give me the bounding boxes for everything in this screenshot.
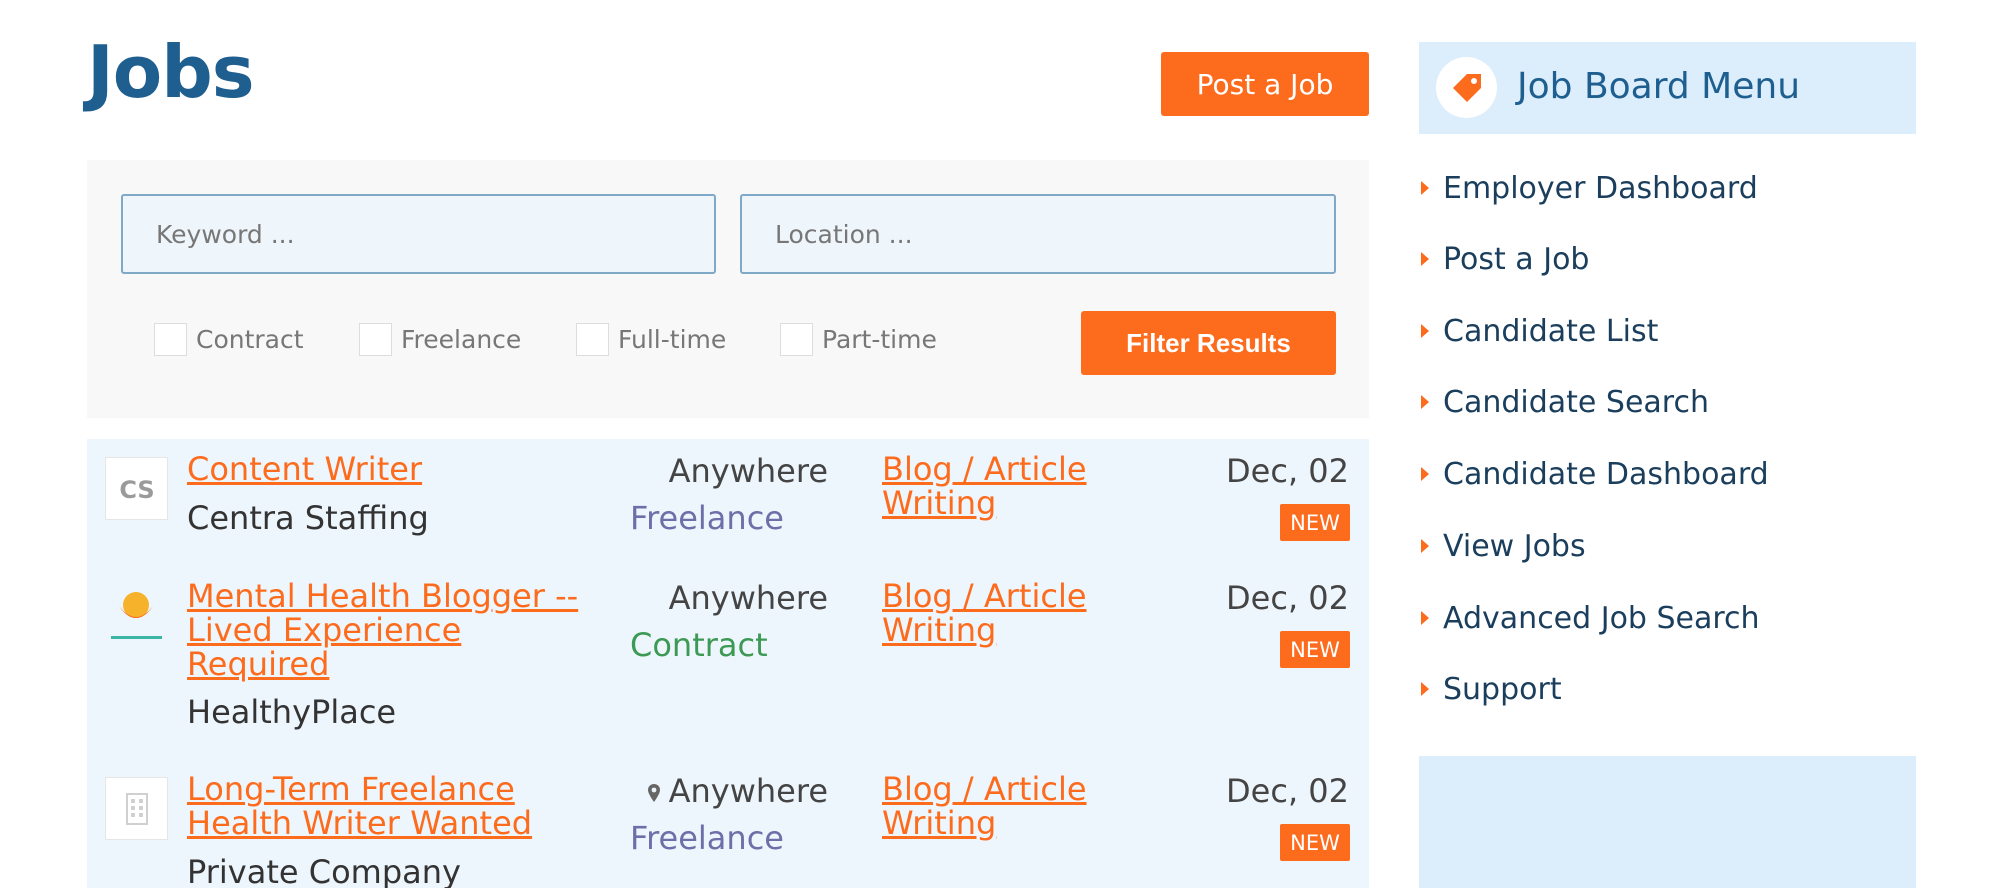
menu-item-label: Support [1443, 671, 1562, 707]
job-title-link[interactable]: Content Writer [187, 452, 617, 486]
sidebar-widget [1419, 756, 1916, 888]
checkbox-box[interactable] [359, 323, 392, 356]
checkbox-box[interactable] [154, 323, 187, 356]
menu-item-label: Employer Dashboard [1443, 170, 1758, 206]
menu-item-post-a-job[interactable]: Post a Job [1419, 239, 1589, 279]
new-badge: NEW [1280, 504, 1350, 541]
job-title-line: Content Writer [187, 450, 423, 488]
job-category-link[interactable]: Blog / Article Writing [882, 772, 1142, 840]
filter-part-time-checkbox[interactable]: Part-time [780, 323, 937, 356]
menu-item-candidate-list[interactable]: Candidate List [1419, 311, 1658, 351]
job-type: Freelance [630, 499, 784, 537]
checkbox-label: Contract [196, 325, 304, 354]
map-pin-icon [647, 784, 660, 802]
page-title: Jobs [87, 30, 255, 114]
job-date: Dec, 02 [1226, 452, 1349, 490]
job-location: Anywhere [668, 772, 828, 810]
filter-contract-checkbox[interactable]: Contract [154, 323, 304, 356]
menu-item-candidate-dashboard[interactable]: Candidate Dashboard [1419, 454, 1769, 494]
menu-item-label: Candidate Search [1443, 384, 1709, 420]
company-logo [105, 584, 168, 647]
job-location-wrap: Anywhere [627, 772, 828, 810]
menu-item-support[interactable]: Support [1419, 669, 1562, 709]
company-name: Private Company [187, 853, 461, 888]
job-filter-form: Keyword ... Location ... Contract Freela… [87, 160, 1369, 418]
job-listings: CS Content Writer Centra Staffing Anywhe… [87, 439, 1369, 888]
keyword-input[interactable]: Keyword ... [121, 194, 716, 274]
job-date: Dec, 02 [1226, 579, 1349, 617]
company-logo-text: CS [119, 476, 154, 504]
checkbox-box[interactable] [780, 323, 813, 356]
caret-right-icon [1421, 181, 1429, 195]
job-board-menu-header: Job Board Menu [1419, 42, 1916, 134]
caret-right-icon [1421, 611, 1429, 625]
filter-results-button[interactable]: Filter Results [1081, 311, 1336, 375]
location-input[interactable]: Location ... [740, 194, 1336, 274]
checkbox-label: Freelance [401, 325, 522, 354]
company-name: HealthyPlace [187, 693, 397, 731]
building-icon [125, 792, 148, 825]
job-title-line: Long-Term Freelance [187, 770, 515, 808]
caret-right-icon [1421, 395, 1429, 409]
job-category-link[interactable]: Blog / Article Writing [882, 579, 1142, 647]
job-location: Anywhere [668, 452, 828, 490]
job-title-link[interactable]: Mental Health Blogger -- Lived Experienc… [187, 579, 617, 681]
new-badge: NEW [1280, 824, 1350, 861]
caret-right-icon [1421, 682, 1429, 696]
job-category-link[interactable]: Blog / Article Writing [882, 452, 1142, 520]
job-title-line: Health Writer Wanted [187, 804, 533, 842]
job-type: Freelance [630, 819, 784, 857]
category-line: Writing [882, 484, 997, 522]
menu-item-label: Candidate Dashboard [1443, 456, 1769, 492]
checkbox-label: Part-time [822, 325, 937, 354]
new-badge: NEW [1280, 631, 1350, 668]
company-logo [105, 777, 168, 840]
menu-item-label: Post a Job [1443, 241, 1590, 277]
menu-item-employer-dashboard[interactable]: Employer Dashboard [1419, 168, 1758, 208]
category-line: Writing [882, 611, 997, 649]
category-line: Writing [882, 804, 997, 842]
menu-item-advanced-job-search[interactable]: Advanced Job Search [1419, 598, 1760, 638]
tag-icon [1436, 57, 1497, 118]
post-job-button[interactable]: Post a Job [1161, 52, 1369, 116]
main-content: Jobs Post a Job Keyword ... Location ...… [87, 0, 1369, 888]
menu-item-view-jobs[interactable]: View Jobs [1419, 526, 1586, 566]
menu-item-label: Advanced Job Search [1443, 600, 1760, 636]
job-location: Anywhere [668, 579, 828, 617]
job-date: Dec, 02 [1226, 772, 1349, 810]
job-title-link[interactable]: Long-Term Freelance Health Writer Wanted [187, 772, 617, 840]
company-logo: CS [105, 457, 168, 520]
job-title-line: Required [187, 645, 330, 683]
caret-right-icon [1421, 539, 1429, 553]
filter-freelance-checkbox[interactable]: Freelance [359, 323, 521, 356]
filter-full-time-checkbox[interactable]: Full-time [576, 323, 726, 356]
job-title-line: Mental Health Blogger -- [187, 577, 579, 615]
menu-item-label: Candidate List [1443, 313, 1659, 349]
caret-right-icon [1421, 324, 1429, 338]
menu-item-label: View Jobs [1443, 528, 1586, 564]
menu-item-candidate-search[interactable]: Candidate Search [1419, 382, 1709, 422]
category-line: Blog / Article [882, 770, 1087, 808]
category-line: Blog / Article [882, 577, 1087, 615]
job-title-line: Lived Experience [187, 611, 462, 649]
checkbox-box[interactable] [576, 323, 609, 356]
company-name: Centra Staffing [187, 499, 429, 537]
checkbox-label: Full-time [618, 325, 727, 354]
category-line: Blog / Article [882, 450, 1087, 488]
menu-title: Job Board Menu [1517, 66, 1801, 107]
caret-right-icon [1421, 467, 1429, 481]
job-type: Contract [630, 626, 768, 664]
caret-right-icon [1421, 252, 1429, 266]
